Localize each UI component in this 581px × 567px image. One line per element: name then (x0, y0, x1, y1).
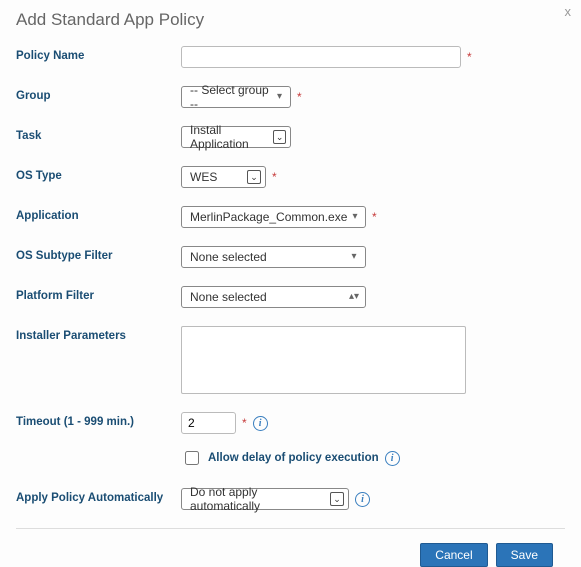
task-select[interactable]: Install Application ⌄ (181, 126, 291, 148)
label-apply-auto: Apply Policy Automatically (16, 488, 181, 504)
required-mark: * (272, 170, 277, 184)
os-subtype-filter-value: None selected (190, 250, 267, 264)
chevron-down-icon: ⌄ (330, 492, 344, 506)
timeout-input[interactable] (181, 412, 236, 434)
os-type-select[interactable]: WES ⌄ (181, 166, 266, 188)
chevron-down-icon: ▾ (349, 210, 361, 224)
chevron-down-icon: ▴▾ (347, 290, 361, 304)
label-platform-filter: Platform Filter (16, 286, 181, 302)
label-policy-name: Policy Name (16, 46, 181, 62)
group-select-value: -- Select group -- (190, 83, 273, 111)
label-application: Application (16, 206, 181, 222)
save-button[interactable]: Save (496, 543, 553, 567)
apply-auto-select[interactable]: Do not apply automatically ⌄ (181, 488, 349, 510)
platform-filter-value: None selected (190, 290, 267, 304)
task-select-value: Install Application (190, 123, 273, 151)
label-allow-delay: Allow delay of policy execution (208, 452, 379, 464)
application-select-value: MerlinPackage_Common.exe (Loc (190, 210, 349, 224)
label-os-type: OS Type (16, 166, 181, 182)
label-task: Task (16, 126, 181, 142)
required-mark: * (242, 416, 247, 430)
required-mark: * (467, 50, 472, 64)
info-icon[interactable]: i (253, 416, 268, 431)
info-icon[interactable]: i (355, 492, 370, 507)
installer-parameters-input[interactable] (181, 326, 466, 394)
apply-auto-value: Do not apply automatically (190, 485, 330, 513)
chevron-down-icon: ⌄ (273, 130, 286, 144)
dialog-title: Add Standard App Policy (16, 10, 565, 30)
info-icon[interactable]: i (385, 451, 400, 466)
policy-name-input[interactable] (181, 46, 461, 68)
chevron-down-icon: ⌄ (247, 170, 261, 184)
required-mark: * (372, 210, 377, 224)
allow-delay-checkbox[interactable] (185, 451, 199, 465)
cancel-button[interactable]: Cancel (420, 543, 487, 567)
os-type-select-value: WES (190, 170, 217, 184)
group-select[interactable]: -- Select group -- ▾ (181, 86, 291, 108)
close-icon[interactable]: x (565, 4, 572, 19)
chevron-down-icon: ▾ (347, 250, 361, 264)
label-timeout: Timeout (1 - 999 min.) (16, 412, 181, 428)
platform-filter-select[interactable]: None selected ▴▾ (181, 286, 366, 308)
chevron-down-icon: ▾ (273, 90, 286, 104)
application-select[interactable]: MerlinPackage_Common.exe (Loc ▾ (181, 206, 366, 228)
divider (16, 528, 565, 529)
label-os-subtype-filter: OS Subtype Filter (16, 246, 181, 262)
label-installer-parameters: Installer Parameters (16, 326, 181, 342)
required-mark: * (297, 90, 302, 104)
label-group: Group (16, 86, 181, 102)
os-subtype-filter-select[interactable]: None selected ▾ (181, 246, 366, 268)
